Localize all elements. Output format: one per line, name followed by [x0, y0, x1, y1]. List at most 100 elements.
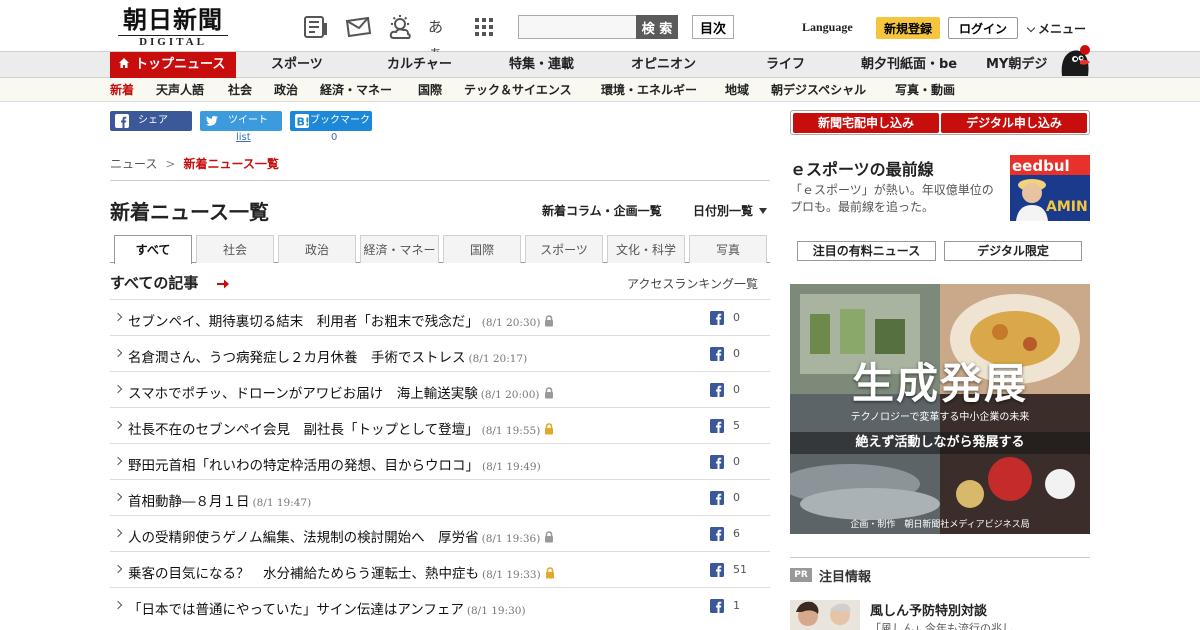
news-title-link[interactable]: 名倉潤さん、うつ病発症し２カ月休養 手術でストレス (8/1 20:17) [128, 346, 527, 366]
premium-lock-icon [545, 567, 554, 579]
news-title-link[interactable]: 人の受精卵使うゲノム編集、法規制の検討開始へ 厚労省 (8/1 19:36) [128, 526, 554, 546]
news-title-text: 首相動静―８月１日 [128, 494, 250, 510]
mail-icon[interactable] [344, 14, 372, 40]
language-link[interactable]: Language [802, 20, 853, 35]
pr-photo[interactable] [790, 600, 860, 630]
paid-news-tab[interactable]: 注目の有料ニュース [797, 241, 936, 261]
news-title-text: 乗客の目気になる？ 水分補給ためらう運転士、熱中症も [128, 566, 479, 582]
grid-menu-icon[interactable] [470, 14, 498, 40]
news-row[interactable]: 名倉潤さん、うつ病発症し２カ月休養 手術でストレス (8/1 20:17) 0 [110, 335, 770, 371]
caret-down-icon [759, 208, 768, 214]
search-input[interactable] [518, 15, 636, 39]
toc-button[interactable]: 目次 [692, 15, 734, 39]
facebook-icon[interactable] [710, 563, 724, 577]
nav-paper[interactable]: 朝夕刊紙面・be [861, 52, 957, 78]
pr-title[interactable]: 風しん予防特別対談 [870, 600, 987, 619]
news-row[interactable]: 「日本では普通にやっていた」サイン伝達はアンフェア (8/1 19:30) 1 [110, 587, 770, 623]
subnav-latest[interactable]: 新着 [110, 78, 134, 102]
subnav-society[interactable]: 社会 [228, 78, 252, 102]
column-list-link[interactable]: 新着コラム・企画一覧 [542, 202, 662, 219]
facebook-icon[interactable] [710, 527, 724, 541]
subnav-tech[interactable]: テック＆サイエンス [464, 78, 572, 102]
signup-button[interactable]: 新規登録 [876, 17, 940, 39]
menu-button[interactable]: メニュー [1026, 20, 1086, 37]
subnav-economy[interactable]: 経済・マネー [320, 78, 392, 102]
subnav-photo[interactable]: 写真・動画 [895, 78, 955, 102]
site-logo[interactable]: 朝日新聞 DIGITAL [118, 8, 228, 48]
news-title-link[interactable]: 「日本では普通にやっていた」サイン伝達はアンフェア (8/1 19:30) [128, 598, 526, 618]
nav-culture[interactable]: カルチャー [387, 52, 452, 78]
tab-photo[interactable]: 写真 [689, 235, 767, 263]
paper-subscribe-button[interactable]: 新聞宅配申し込み [793, 113, 939, 133]
subnav-special[interactable]: 朝デジスペシャル [771, 78, 866, 102]
news-row[interactable]: 社長不在のセブンペイ会見 副社長「トップとして登壇」 (8/1 19:55) 5 [110, 407, 770, 443]
subnav-international[interactable]: 国際 [418, 78, 442, 102]
chevron-right-icon [113, 492, 123, 502]
menu-label: メニュー [1038, 22, 1087, 36]
news-title-text: 野田元首相「れいわの特定枠活用の発想、目からウロコ」 [128, 458, 479, 474]
pr-description: 「風しん」今年も流行の兆し [870, 622, 1013, 630]
login-button[interactable]: ログイン [948, 17, 1018, 39]
twitter-count[interactable]: list [236, 132, 251, 143]
tab-all[interactable]: すべて [114, 235, 192, 264]
chevron-right-icon [113, 528, 123, 538]
news-title-text: 名倉潤さん、うつ病発症し２カ月休養 手術でストレス [128, 350, 466, 366]
hatena-bookmark-button[interactable]: B! ブックマーク [290, 111, 372, 131]
news-title-link[interactable]: セブンペイ、期待裏切る結末 利用者「お粗末で残念だ」 (8/1 20:30) [128, 310, 554, 330]
news-title-link[interactable]: 野田元首相「れいわの特定枠活用の発想、目からウロコ」 (8/1 19:49) [128, 454, 541, 474]
chevron-right-icon [113, 384, 123, 394]
subnav-environment[interactable]: 環境・エネルギー [601, 78, 697, 102]
date-list-dropdown[interactable]: 日付別一覧 [693, 202, 768, 219]
digital-subscribe-button[interactable]: デジタル申し込み [941, 113, 1087, 133]
ranking-link[interactable]: アクセスランキング一覧 [627, 275, 758, 292]
facebook-icon[interactable] [710, 599, 724, 613]
arrow-right-icon [217, 279, 229, 289]
facebook-share-button[interactable]: シェア [110, 111, 192, 131]
facebook-icon[interactable] [710, 311, 724, 325]
news-row[interactable]: 野田元首相「れいわの特定枠活用の発想、目からウロコ」 (8/1 19:49) 0 [110, 443, 770, 479]
lock-icon [545, 531, 554, 543]
font-size-icon[interactable]: あぁ [428, 14, 456, 62]
divider [790, 557, 1090, 558]
news-title-link[interactable]: 首相動静―８月１日 (8/1 19:47) [128, 490, 311, 510]
nav-top-news[interactable]: トップニュース [110, 52, 236, 78]
tab-society[interactable]: 社会 [196, 235, 274, 263]
tab-politics[interactable]: 政治 [278, 235, 356, 263]
breadcrumb-home[interactable]: ニュース [110, 157, 157, 171]
news-title-link[interactable]: スマホでポチッ、ドローンがアワビお届け 海上輸送実験 (8/1 20:00) [128, 382, 554, 402]
twitter-share-button[interactable]: ツイート [200, 111, 282, 131]
facebook-icon[interactable] [710, 491, 724, 505]
subnav-politics[interactable]: 政治 [274, 78, 298, 102]
promo-description: 「ｅスポーツ」が熱い。年収億単位のプロも。最前線を追った。 [790, 183, 994, 214]
nav-life[interactable]: ライフ [766, 52, 805, 78]
nav-sports[interactable]: スポーツ [271, 52, 323, 78]
esports-photo[interactable]: eedbul AMIN [1010, 155, 1090, 221]
news-title-link[interactable]: 乗客の目気になる？ 水分補給ためらう運転士、熱中症も (8/1 19:33) [128, 562, 555, 582]
facebook-icon[interactable] [710, 383, 724, 397]
newspaper-icon[interactable] [302, 14, 330, 40]
news-title-link[interactable]: 社長不在のセブンペイ会見 副社長「トップとして登壇」 (8/1 19:55) [128, 418, 554, 438]
digital-only-tab[interactable]: デジタル限定 [944, 241, 1082, 261]
news-row[interactable]: 乗客の目気になる？ 水分補給ためらう運転士、熱中症も (8/1 19:33) 51 [110, 551, 770, 587]
tab-international[interactable]: 国際 [443, 235, 521, 263]
tab-economy[interactable]: 経済・マネー [360, 235, 439, 263]
facebook-icon[interactable] [710, 419, 724, 433]
news-timestamp: (8/1 19:33) [482, 569, 541, 581]
nav-features[interactable]: 特集・連載 [509, 52, 574, 78]
news-row[interactable]: セブンペイ、期待裏切る結末 利用者「お粗末で残念だ」 (8/1 20:30) 0 [110, 299, 770, 335]
promo-title[interactable]: ｅスポーツの最前線 [790, 156, 934, 180]
subnav-tenseijingo[interactable]: 天声人語 [156, 78, 204, 102]
tab-sports[interactable]: スポーツ [525, 235, 603, 263]
tab-culture-science[interactable]: 文化・科学 [607, 235, 685, 263]
news-row[interactable]: スマホでポチッ、ドローンがアワビお届け 海上輸送実験 (8/1 20:00) 0 [110, 371, 770, 407]
nav-my-asahi[interactable]: MY朝デジ [986, 52, 1047, 78]
weather-icon[interactable] [386, 14, 414, 40]
facebook-icon[interactable] [710, 347, 724, 361]
news-row[interactable]: 人の受精卵使うゲノム編集、法規制の検討開始へ 厚労省 (8/1 19:36) 6 [110, 515, 770, 551]
subnav-region[interactable]: 地域 [725, 78, 749, 102]
nav-opinion[interactable]: オピニオン [631, 52, 696, 78]
advertisement-banner[interactable]: 生成発展 テクノロジーで変革する中小企業の未来 絶えず活動しながら発展する 企画… [790, 284, 1090, 534]
facebook-icon[interactable] [710, 455, 724, 469]
search-button[interactable]: 検 索 [636, 15, 678, 39]
news-row[interactable]: 首相動静―８月１日 (8/1 19:47) 0 [110, 479, 770, 515]
